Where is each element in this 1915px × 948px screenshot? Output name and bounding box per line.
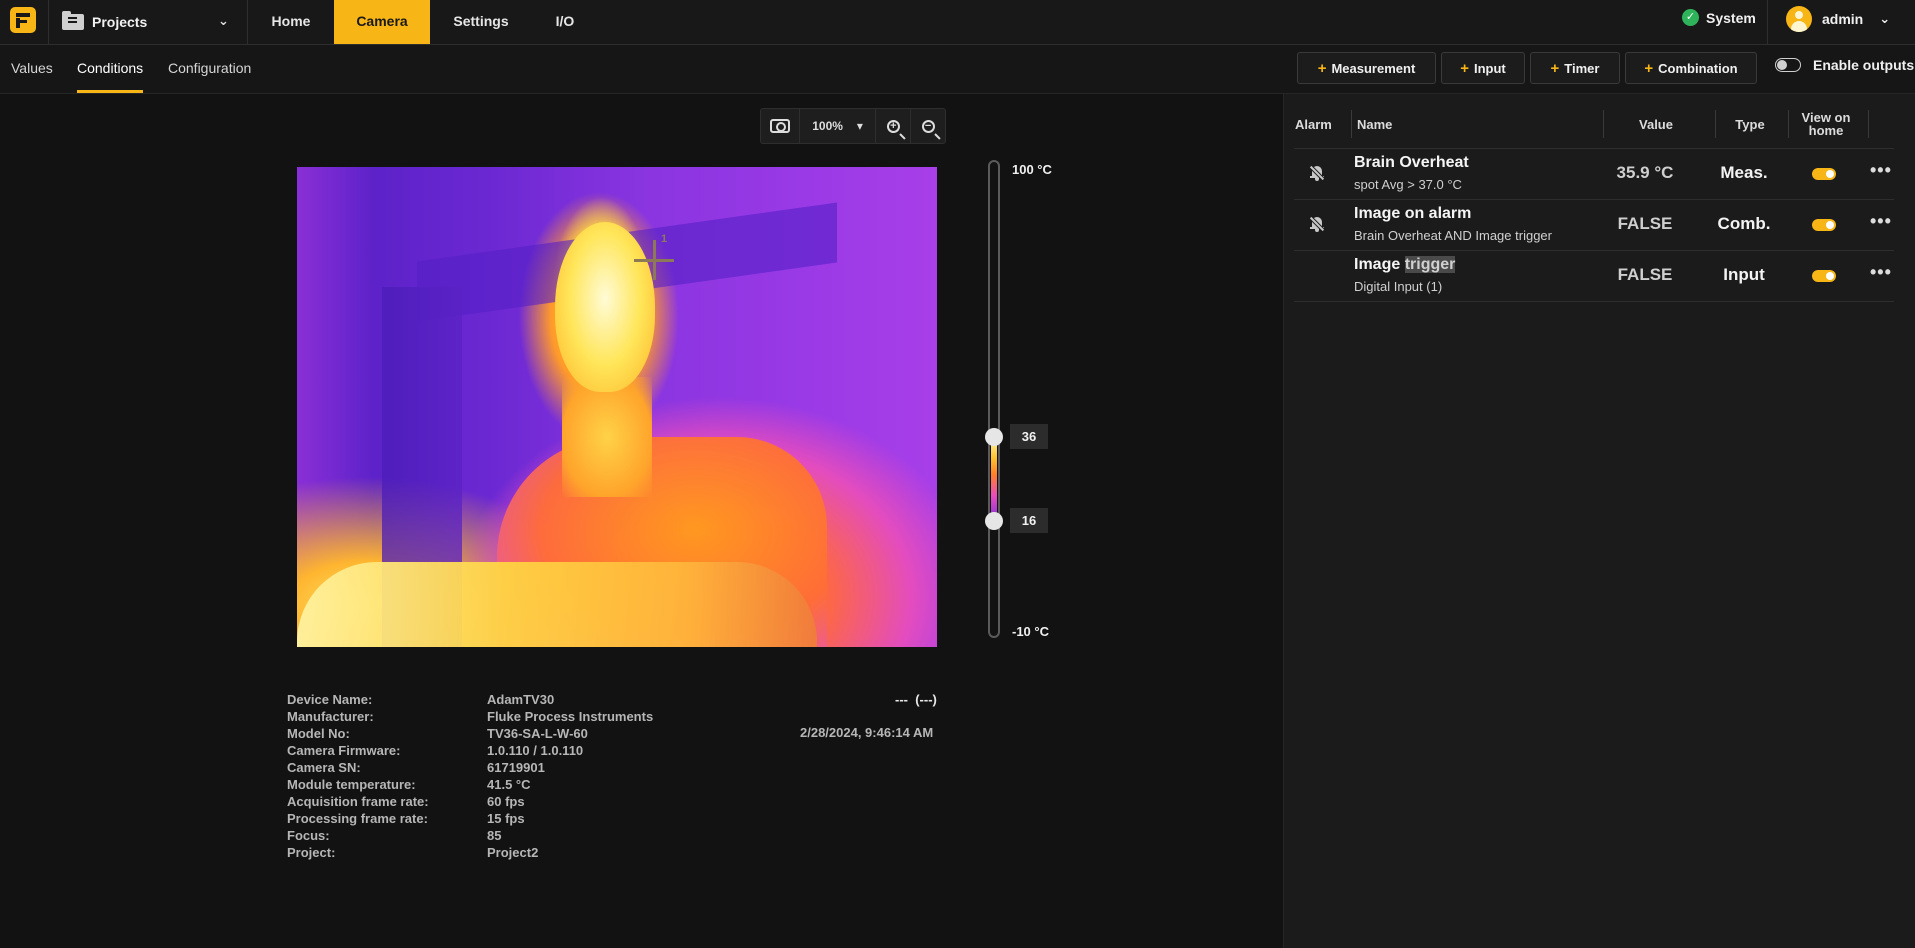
user-label: admin xyxy=(1822,11,1864,27)
toggle-switch[interactable] xyxy=(1775,58,1801,72)
sub-navigation-bar: Values Conditions Configuration + Measure… xyxy=(0,45,1915,94)
bell-off-icon[interactable] xyxy=(1309,216,1325,232)
divider xyxy=(1767,0,1768,44)
condition-name[interactable]: Image trigger xyxy=(1354,256,1456,274)
add-measurement-button[interactable]: + Measurement xyxy=(1297,52,1436,84)
projects-dropdown[interactable]: Projects ⌄ xyxy=(62,0,242,44)
more-options-icon[interactable]: ••• xyxy=(1870,262,1892,283)
more-options-icon[interactable]: ••• xyxy=(1870,160,1892,181)
user-menu[interactable]: admin ⌄ xyxy=(1786,6,1890,32)
zoom-out-icon: − xyxy=(921,119,935,133)
chevron-down-icon: ⌄ xyxy=(1879,11,1891,26)
condition-value: 35.9 °C xyxy=(1616,163,1674,182)
plus-icon: + xyxy=(1644,60,1654,77)
folder-icon xyxy=(62,11,84,30)
spot-readout: --- (---) xyxy=(895,692,937,707)
table-row[interactable]: Image trigger Digital Input (1) FALSE In… xyxy=(1294,250,1894,302)
condition-subtitle: spot Avg > 37.0 °C xyxy=(1354,177,1462,192)
scale-max-label: 100 °C xyxy=(1012,162,1052,177)
column-header-alarm[interactable]: Alarm xyxy=(1295,100,1332,148)
palette-gradient xyxy=(991,437,997,521)
condition-type: Meas. xyxy=(1720,163,1768,182)
image-timestamp: 2/28/2024, 9:46:14 AM xyxy=(800,725,934,740)
condition-subtitle: Digital Input (1) xyxy=(1354,279,1443,294)
enable-outputs-label: Enable outputs xyxy=(1813,57,1915,73)
avatar-icon xyxy=(1786,6,1812,32)
more-options-icon[interactable]: ••• xyxy=(1870,211,1892,232)
column-header-type[interactable]: Type xyxy=(1715,100,1785,148)
add-timer-button[interactable]: + Timer xyxy=(1530,52,1620,84)
temperature-scale-track[interactable] xyxy=(988,160,1000,638)
plus-icon: + xyxy=(1460,60,1469,77)
plus-icon: + xyxy=(1550,60,1560,77)
tab-io[interactable]: I/O xyxy=(532,0,598,44)
plus-icon: + xyxy=(1317,60,1327,77)
conditions-table-header: Alarm Name Value Type View on home xyxy=(1283,100,1915,148)
text-selection-highlight: trigger xyxy=(1404,256,1456,273)
zoom-level-value: 100% xyxy=(812,119,843,133)
zoom-out-button[interactable]: − xyxy=(911,109,945,143)
upper-limit-value[interactable]: 36 xyxy=(1010,424,1048,449)
projects-label: Projects xyxy=(92,14,148,30)
spot-crosshair[interactable] xyxy=(653,240,656,280)
zoom-in-icon: + xyxy=(886,119,900,133)
condition-type: Comb. xyxy=(1717,214,1771,233)
tab-settings[interactable]: Settings xyxy=(430,0,532,44)
tab-values[interactable]: Values xyxy=(11,45,53,93)
scale-min-label: -10 °C xyxy=(1012,624,1049,639)
chevron-down-icon: ⌄ xyxy=(218,13,229,28)
snapshot-button[interactable] xyxy=(761,109,800,143)
check-circle-icon: ✓ xyxy=(1682,9,1699,26)
enable-outputs-toggle[interactable]: Enable outputs xyxy=(1775,57,1914,73)
column-header-value[interactable]: Value xyxy=(1603,100,1709,148)
condition-type: Input xyxy=(1723,265,1765,284)
table-row[interactable]: Image on alarm Brain Overheat AND Image … xyxy=(1294,199,1894,250)
spot-label: 1 xyxy=(661,233,668,245)
snapshot-camera-icon xyxy=(769,119,790,133)
tab-camera[interactable]: Camera xyxy=(334,0,430,44)
lower-limit-handle[interactable] xyxy=(985,512,1003,530)
add-input-button[interactable]: + Input xyxy=(1441,52,1525,84)
table-row[interactable]: Brain Overheat spot Avg > 37.0 °C 35.9 °… xyxy=(1294,148,1894,199)
system-label: System xyxy=(1706,9,1756,26)
tab-configuration[interactable]: Configuration xyxy=(168,45,251,93)
condition-name[interactable]: Image on alarm xyxy=(1354,205,1471,223)
top-navigation-bar: Projects ⌄ Home Camera Settings I/O ✓ Sy… xyxy=(0,0,1915,45)
column-header-name[interactable]: Name xyxy=(1357,100,1392,148)
tab-home[interactable]: Home xyxy=(248,0,334,44)
view-on-home-toggle[interactable] xyxy=(1812,168,1836,180)
condition-subtitle: Brain Overheat AND Image trigger xyxy=(1354,228,1552,243)
upper-limit-handle[interactable] xyxy=(985,428,1003,446)
fluke-logo-icon[interactable] xyxy=(10,7,36,33)
condition-value: FALSE xyxy=(1617,214,1673,233)
view-on-home-toggle[interactable] xyxy=(1812,219,1836,231)
condition-name[interactable]: Brain Overheat xyxy=(1354,154,1469,172)
zoom-in-button[interactable]: + xyxy=(876,109,912,143)
chevron-down-icon: ▾ xyxy=(856,119,863,133)
system-status[interactable]: ✓ System xyxy=(1682,9,1756,26)
zoom-level-select[interactable]: 100% ▾ xyxy=(800,109,877,143)
view-on-home-toggle[interactable] xyxy=(1812,270,1836,282)
thermal-image[interactable] xyxy=(297,167,937,647)
image-toolbar: 100% ▾ + − xyxy=(760,108,946,144)
tab-conditions[interactable]: Conditions xyxy=(77,45,144,93)
lower-limit-value[interactable]: 16 xyxy=(1010,508,1048,533)
condition-value: FALSE xyxy=(1617,265,1673,284)
bell-off-icon[interactable] xyxy=(1309,165,1325,181)
column-header-view-on-home[interactable]: View on home xyxy=(1788,100,1864,148)
add-combination-button[interactable]: + Combination xyxy=(1625,52,1757,84)
divider xyxy=(48,0,49,44)
